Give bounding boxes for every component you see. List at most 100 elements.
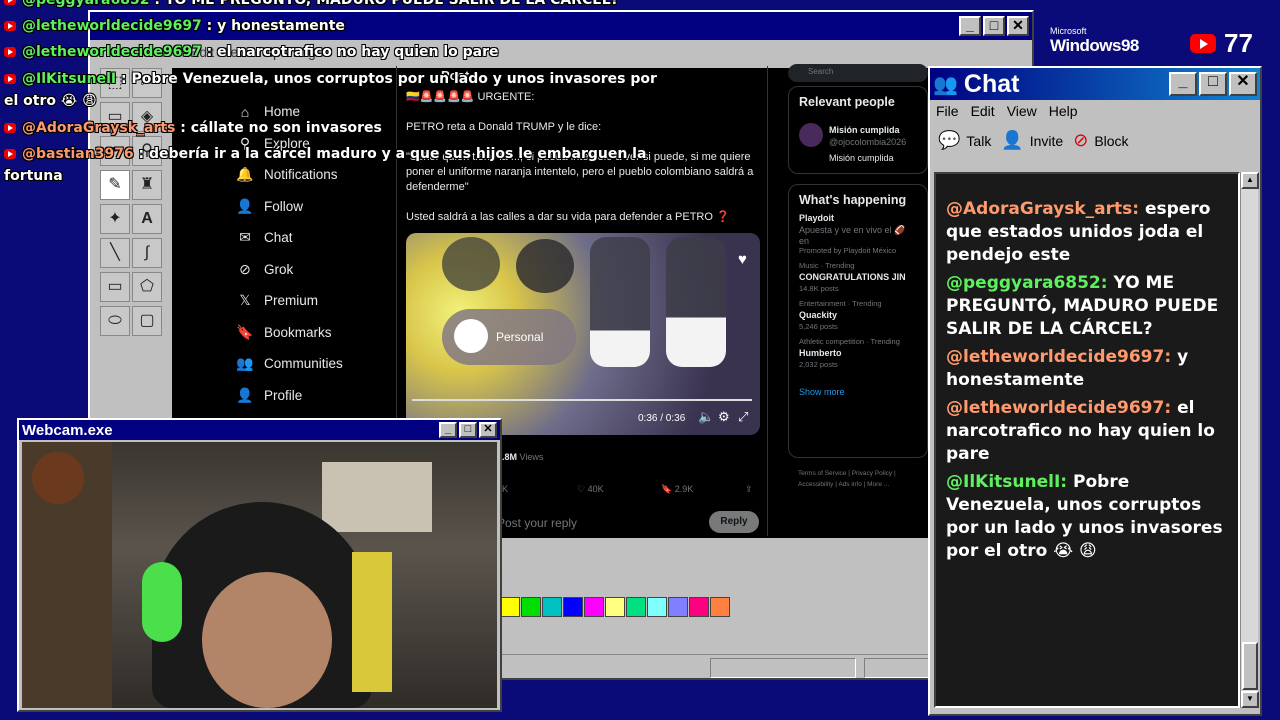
palette-color-swatch[interactable] xyxy=(689,597,709,617)
grok-icon: ⊘ xyxy=(239,260,251,277)
x-sidebar-nav: ⌂ Home ⚲ Explore 🔔 Notifications 👤 Follow ✉ C… xyxy=(236,96,343,411)
stream-overlay-stage: { "overlay_chat": [ {"user": "@peggyara6… xyxy=(0,0,1280,720)
settings-gear-icon[interactable]: ⚙ xyxy=(718,409,730,425)
minimize-button[interactable]: _ xyxy=(1169,72,1197,96)
airbrush-icon[interactable]: ✦ xyxy=(100,204,130,234)
rounded-rect-icon[interactable]: ▢ xyxy=(132,306,162,336)
palette-color-swatch[interactable] xyxy=(626,597,646,617)
nav-grok[interactable]: ⊘ Grok xyxy=(236,254,343,286)
youtube-icon xyxy=(4,47,16,57)
show-more-link[interactable]: Show more xyxy=(799,387,917,397)
nav-follow[interactable]: 👤 Follow xyxy=(236,191,343,223)
menu-file[interactable]: File xyxy=(936,103,959,119)
close-button[interactable]: ✕ xyxy=(1229,72,1257,96)
trend-item[interactable]: Entertainment · Trending Quackity 5,246 … xyxy=(799,299,917,331)
brush-icon[interactable]: ♜ xyxy=(132,170,162,200)
palette-color-swatch[interactable] xyxy=(710,597,730,617)
post-text-4: Usted saldrá a las calles a dar su vida … xyxy=(406,211,730,223)
block-button[interactable]: ⊘ Block xyxy=(1073,130,1128,151)
overlay-chat-line-4b: el otro 😭 😩 xyxy=(4,93,97,109)
profile-icon: 👤 xyxy=(236,386,254,403)
overlay-chat-line-1: @peggyara6852 : YO ME PREGUNTO, MADURO P… xyxy=(4,0,619,8)
youtube-icon xyxy=(4,149,16,159)
figure xyxy=(352,552,392,692)
avatar xyxy=(799,123,823,147)
nav-bookmarks[interactable]: 🔖 Bookmarks xyxy=(236,317,343,349)
rectangle-icon[interactable]: ▭ xyxy=(100,272,130,302)
maximize-button[interactable]: □ xyxy=(459,422,477,438)
polygon-icon[interactable]: ⬠ xyxy=(132,272,162,302)
reply-input[interactable]: Post your reply xyxy=(497,516,577,530)
chat-toolbar: 💬 Talk 👤 Invite ⊘ Block xyxy=(930,122,1260,159)
share-icon: ⇪ xyxy=(745,484,753,494)
palette-color-swatch[interactable] xyxy=(563,597,583,617)
share-button[interactable]: ⇪ xyxy=(745,484,753,495)
ellipse-icon[interactable]: ⬭ xyxy=(100,306,130,336)
menu-view[interactable]: View xyxy=(1007,103,1037,119)
nav-chat[interactable]: ✉ Chat xyxy=(236,222,343,254)
trend-item[interactable]: Music · Trending CONGRATULATIONS JIN 14.… xyxy=(799,261,917,293)
minimize-button[interactable]: _ xyxy=(439,422,457,438)
menu-help[interactable]: Help xyxy=(1049,103,1078,119)
windows98-logo: Microsoft Windows98 xyxy=(1050,26,1139,55)
youtube-play-icon xyxy=(1190,34,1216,53)
x-logo-icon: 𝕏 xyxy=(239,292,251,309)
volume-slider xyxy=(666,237,726,367)
post-video[interactable]: Personal 0:36 / 0:36 🔈 ⚙ ⤢ ♥ xyxy=(406,233,760,435)
overlay-chat-line-4: @IlKitsunelI : Pobre Venezuela, unos cor… xyxy=(4,71,657,87)
viewer-count: 77 xyxy=(1190,28,1253,59)
minimize-button[interactable]: _ xyxy=(959,16,981,36)
scroll-thumb[interactable] xyxy=(1242,642,1258,690)
volume-icon[interactable]: 🔈 xyxy=(698,409,714,425)
palette-color-swatch[interactable] xyxy=(605,597,625,617)
bookmark-button[interactable]: 🔖 2.9K xyxy=(661,484,693,495)
talk-button[interactable]: 💬 Talk xyxy=(938,130,991,151)
youtube-icon xyxy=(4,21,16,31)
youtube-icon xyxy=(4,123,16,133)
video-progress-bar[interactable] xyxy=(412,399,752,401)
reply-button[interactable]: Reply xyxy=(709,511,759,533)
invite-button[interactable]: 👤 Invite xyxy=(1001,130,1063,151)
palette-color-swatch[interactable] xyxy=(647,597,667,617)
search-input[interactable]: Search xyxy=(788,64,928,82)
nav-notifications[interactable]: 🔔 Notifications xyxy=(236,159,343,191)
palette-color-swatch[interactable] xyxy=(521,597,541,617)
focus-mode-control: Personal xyxy=(442,309,576,365)
palette-color-swatch[interactable] xyxy=(584,597,604,617)
shelf-items xyxy=(322,462,432,532)
chat-scrollbar[interactable]: ▲ ▼ xyxy=(1240,172,1259,708)
palette-color-swatch[interactable] xyxy=(542,597,562,617)
trend-item[interactable]: Athletic competition · Trending Humberto… xyxy=(799,337,917,369)
scroll-up-icon[interactable]: ▲ xyxy=(1241,172,1259,189)
maximize-button[interactable]: □ xyxy=(983,16,1005,36)
scroll-down-icon[interactable]: ▼ xyxy=(1241,691,1259,708)
video-time: 0:36 / 0:36 xyxy=(638,413,686,424)
fullscreen-icon[interactable]: ⤢ xyxy=(738,409,748,425)
close-button[interactable]: ✕ xyxy=(1007,16,1029,36)
menu-edit[interactable]: Edit xyxy=(971,103,995,119)
nav-premium[interactable]: 𝕏 Premium xyxy=(236,285,343,317)
line-icon[interactable]: ╲ xyxy=(100,238,130,268)
webcam-window: Webcam.exe _ □ ✕ xyxy=(17,418,502,712)
pencil-icon[interactable]: ✎ xyxy=(100,170,130,200)
like-button[interactable]: ♡ 40K xyxy=(577,484,604,495)
chat-messages[interactable]: @AdoraGraysk_arts: espero que estados un… xyxy=(934,172,1240,708)
promoted-trend[interactable]: Playdoit Apuesta y ve en vivo el 🏈 en Pr… xyxy=(799,213,917,255)
brightness-slider xyxy=(590,237,650,367)
post-text-1: 🇨🇴🚨🚨🚨🚨 URGENTE: xyxy=(406,91,535,103)
close-button[interactable]: ✕ xyxy=(479,422,497,438)
nav-profile[interactable]: 👤 Profile xyxy=(236,380,343,412)
block-icon: ⊘ xyxy=(1073,130,1089,150)
overlay-chat-line-5: @AdoraGraysk_arts : cállate no son invas… xyxy=(4,120,382,136)
nav-communities[interactable]: 👥 Communities xyxy=(236,348,343,380)
palette-color-swatch[interactable] xyxy=(668,597,688,617)
chat-menubar: File Edit View Help xyxy=(930,100,1260,122)
curve-icon[interactable]: ∫ xyxy=(132,238,162,268)
text-tool-icon[interactable]: A xyxy=(132,204,162,234)
palette-color-swatch[interactable] xyxy=(500,597,520,617)
maximize-button[interactable]: □ xyxy=(1199,72,1227,96)
footer-links[interactable]: Terms of Service | Privacy Policy | Acce… xyxy=(798,470,896,488)
heart-outline-icon: ♡ xyxy=(577,484,588,494)
communities-icon: 👥 xyxy=(236,355,254,372)
chat-message: @letheworldecide9697: el narcotrafico no… xyxy=(946,398,1215,464)
